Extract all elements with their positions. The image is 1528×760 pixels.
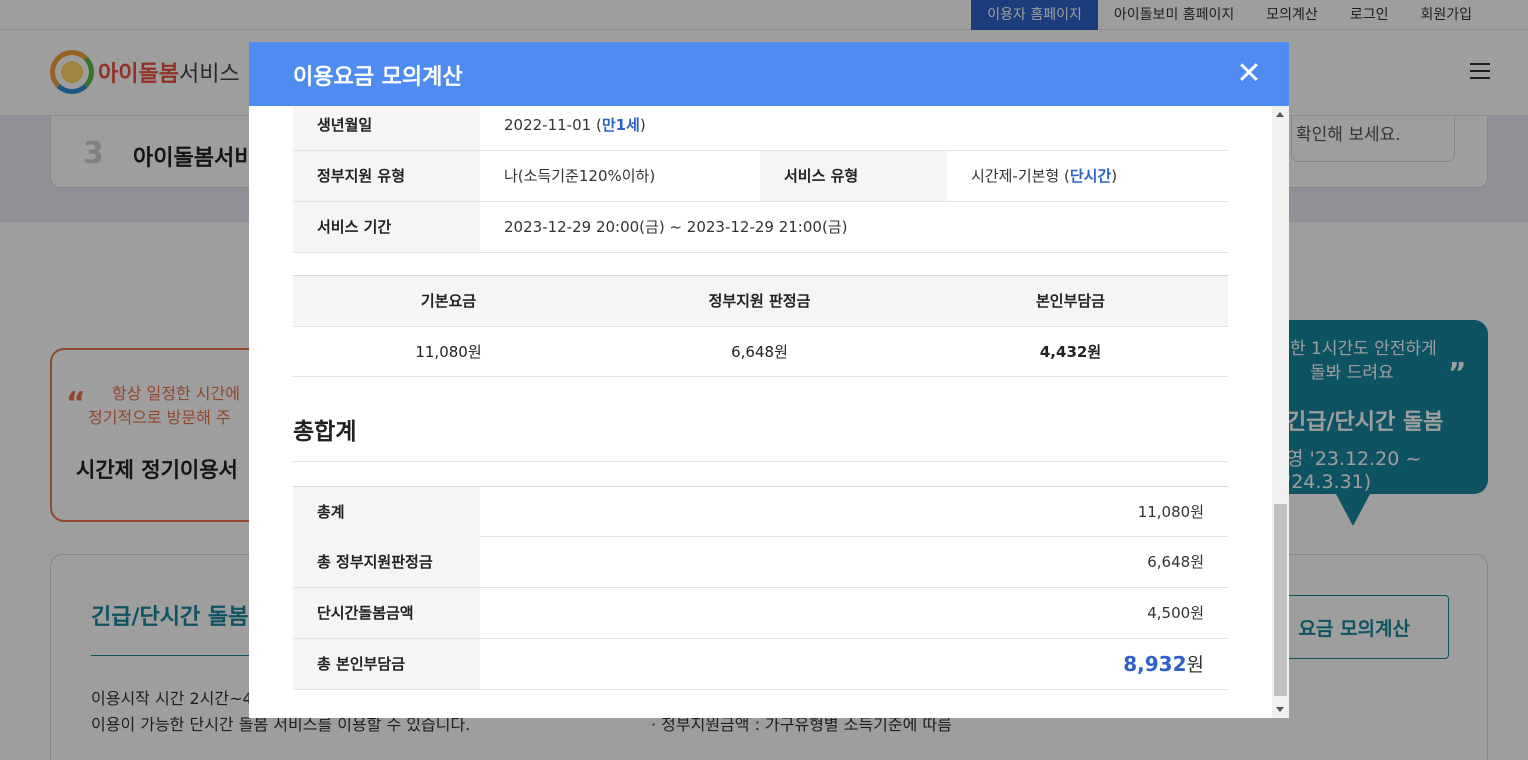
total-self-pay-label: 총 본인부담금 — [293, 639, 480, 689]
period-label: 서비스 기간 — [293, 202, 480, 252]
summary-label: 총 정부지원판정금 — [293, 537, 480, 587]
info-row-period: 서비스 기간 2023-12-29 20:00(금) ~ 2023-12-29 … — [293, 202, 1228, 253]
total-self-pay-value: 8,932원 — [1123, 652, 1204, 676]
service-type-value: 시간제-기본형 (단시간) — [971, 167, 1118, 185]
scroll-down-arrow-icon[interactable] — [1276, 707, 1284, 712]
fee-header-support: 정부지원 판정금 — [708, 292, 811, 310]
modal-header: 이용요금 모의계산 ✕ — [249, 42, 1289, 106]
info-row-birth: 생년월일 2022-11-01 (만1세) — [293, 106, 1228, 151]
fee-header-basic: 기본요금 — [420, 292, 477, 310]
summary-value: 6,648원 — [1147, 553, 1204, 571]
birth-label: 생년월일 — [293, 106, 480, 150]
fee-table-header: 기본요금 정부지원 판정금 본인부담금 — [293, 275, 1228, 327]
service-type-label: 서비스 유형 — [760, 151, 947, 201]
modal-scrollbar[interactable] — [1272, 106, 1289, 718]
period-value: 2023-12-29 20:00(금) ~ 2023-12-29 21:00(금… — [504, 218, 848, 236]
fee-value-self: 4,432원 — [1039, 343, 1102, 361]
summary-row-total: 총계 11,080원 — [293, 486, 1228, 537]
fee-header-self: 본인부담금 — [1035, 292, 1105, 310]
summary-row-self-pay: 총 본인부담금 8,932원 — [293, 639, 1228, 690]
summary-title: 총합계 — [293, 419, 357, 445]
modal-body[interactable]: 생년월일 2022-11-01 (만1세) 정부지원 유형 나(소득기준120%… — [249, 106, 1271, 718]
info-row-support: 정부지원 유형 나(소득기준120%이하) 서비스 유형 시간제-기본형 (단시… — [293, 151, 1228, 202]
scrollbar-thumb[interactable] — [1274, 504, 1287, 696]
summary-value: 4,500원 — [1147, 604, 1204, 622]
summary-row-short-care: 단시간돌봄금액 4,500원 — [293, 588, 1228, 639]
fee-table-row: 11,080원 6,648원 4,432원 — [293, 327, 1228, 377]
close-icon[interactable]: ✕ — [1229, 54, 1269, 94]
fee-value-support: 6,648원 — [731, 343, 788, 361]
summary-divider — [293, 461, 1228, 462]
summary-label: 총계 — [293, 487, 480, 537]
birth-value: 2022-11-01 (만1세) — [504, 116, 646, 134]
fee-simulation-modal: 이용요금 모의계산 ✕ 생년월일 2022-11-01 (만1세) 정부지원 유… — [249, 42, 1289, 718]
scroll-up-arrow-icon[interactable] — [1276, 112, 1284, 117]
age-badge: 만1세 — [601, 116, 640, 134]
support-type-value: 나(소득기준120%이하) — [504, 167, 656, 185]
fee-value-basic: 11,080원 — [415, 343, 482, 361]
service-type-tag: 단시간 — [1069, 167, 1112, 185]
summary-value: 11,080원 — [1137, 503, 1204, 521]
support-type-label: 정부지원 유형 — [293, 151, 480, 201]
summary-row-support: 총 정부지원판정금 6,648원 — [293, 537, 1228, 588]
modal-title: 이용요금 모의계산 — [293, 65, 463, 90]
summary-label: 단시간돌봄금액 — [293, 588, 480, 638]
